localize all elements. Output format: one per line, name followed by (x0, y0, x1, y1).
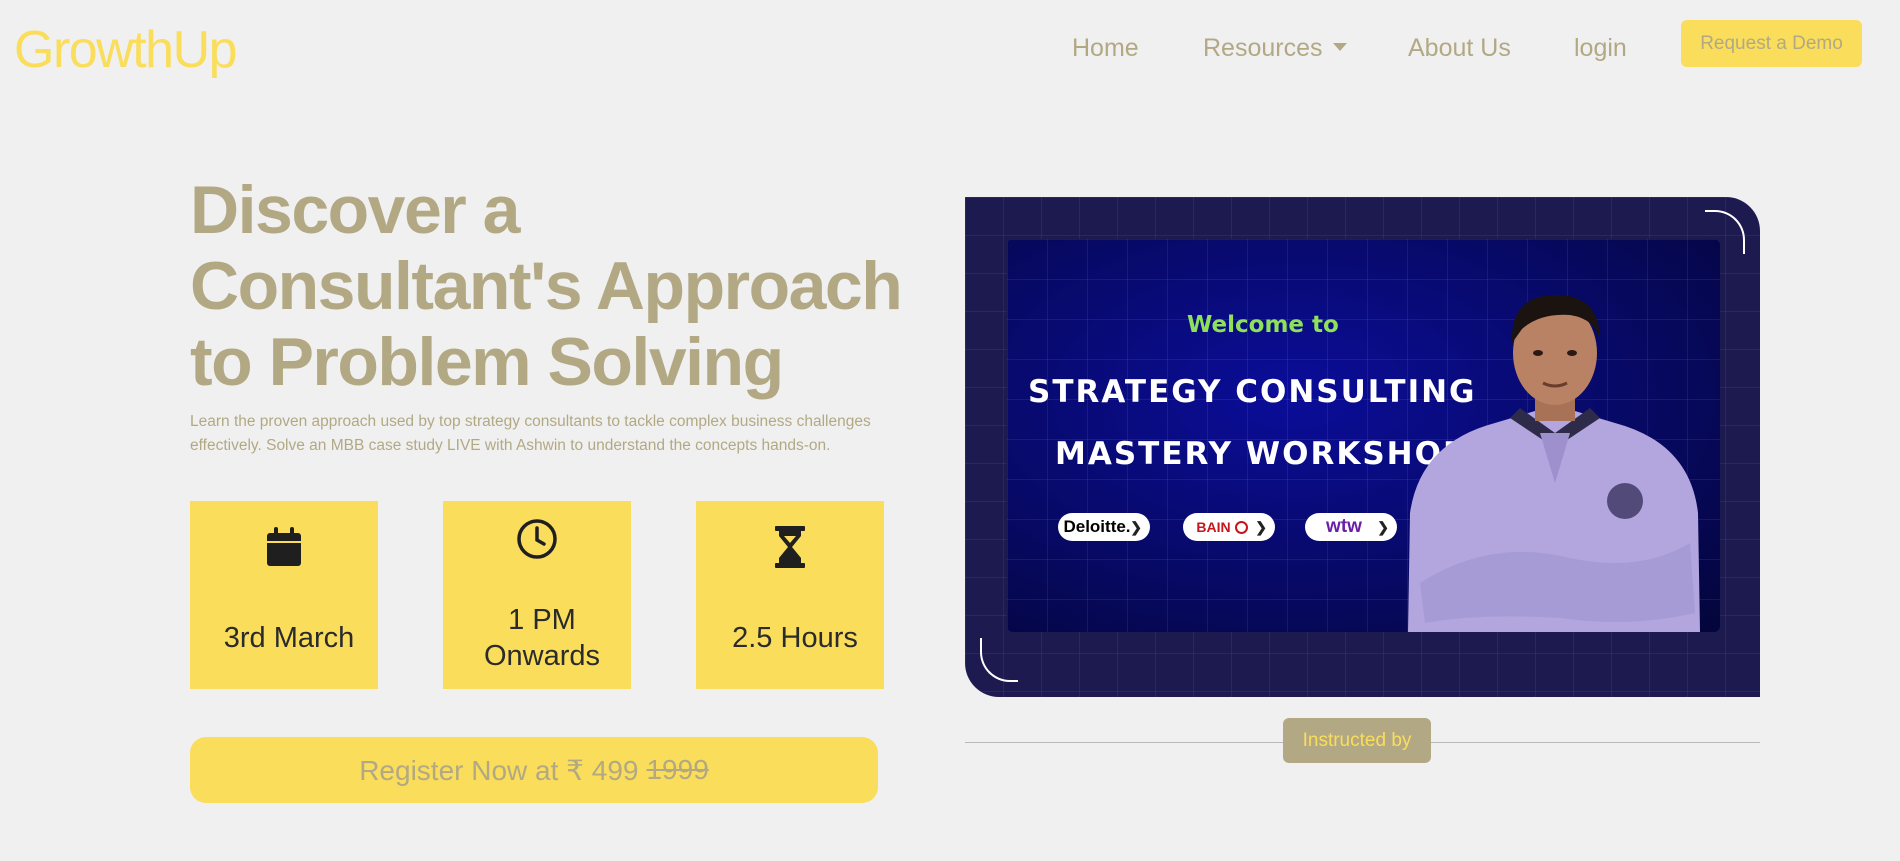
time-label: 1 PM Onwards (483, 604, 601, 672)
request-demo-button[interactable]: Request a Demo (1681, 20, 1862, 67)
nav-login-link[interactable]: login (1574, 34, 1627, 63)
duration-label: 2.5 Hours (732, 622, 858, 654)
banner-welcome-text: Welcome to (1187, 312, 1339, 338)
deloitte-logo-text: Deloitte. (1063, 517, 1131, 536)
nav-resources-dropdown[interactable]: Resources (1203, 34, 1347, 63)
chevron-down-icon (1332, 43, 1347, 52)
brand-logo[interactable]: GrowthUp (14, 20, 238, 80)
register-button[interactable]: Register Now at ₹ 499 1999 (190, 737, 878, 803)
chevron-right-icon: ❯ (1377, 519, 1389, 535)
instructor-photo (1408, 294, 1700, 632)
hero-title: Discover a Consultant's Approach to Prob… (190, 172, 903, 400)
bain-logo-text: BAIN (1196, 519, 1231, 535)
register-old-price: 1999 (646, 754, 709, 785)
date-card: 3rd March (190, 501, 378, 689)
date-label: 3rd March (223, 622, 355, 654)
register-price-label: Register Now at ₹ 499 (359, 754, 639, 786)
chevron-right-icon: ❯ (1255, 519, 1267, 535)
bain-logo: BAIN ❯ (1183, 513, 1275, 541)
chevron-right-icon: ❯ (1130, 519, 1142, 535)
nav-resources-label: Resources (1203, 34, 1323, 62)
hero-description: Learn the proven approach used by top st… (190, 413, 871, 454)
nav-home-link[interactable]: Home (1072, 34, 1139, 63)
instructed-by-badge: Instructed by (1283, 718, 1431, 763)
wtw-logo-text: wtw (1326, 516, 1362, 537)
deloitte-logo: Deloitte. ❯ (1058, 513, 1150, 541)
wtw-logo: wtw ❯ (1305, 513, 1397, 541)
duration-card: 2.5 Hours (696, 501, 884, 689)
nav-about-link[interactable]: About Us (1408, 34, 1511, 63)
time-card: 1 PM Onwards (443, 501, 631, 689)
